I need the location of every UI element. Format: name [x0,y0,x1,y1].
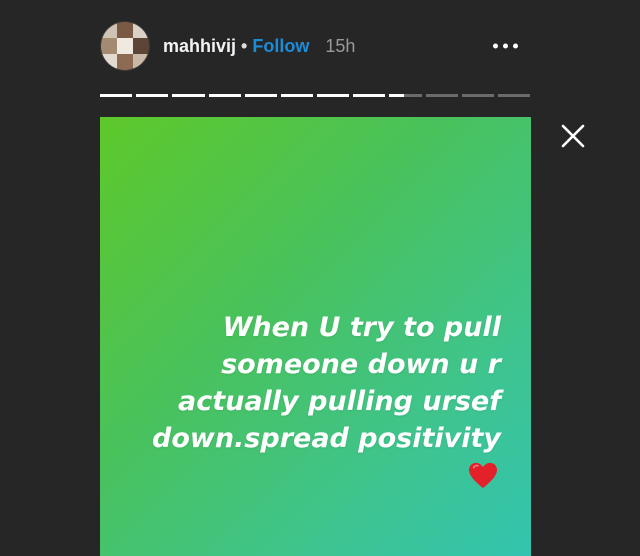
heart-emoji [469,462,497,489]
avatar[interactable] [100,21,150,71]
progress-segment [353,94,386,97]
follow-button[interactable]: Follow [252,36,309,57]
progress-segment [208,94,241,97]
progress-segment [136,94,169,97]
separator-dot: • [241,35,248,56]
progress-segment [389,94,422,97]
story-content[interactable]: When U try to pull someone down u r actu… [100,117,531,556]
progress-segment [172,94,205,97]
story-caption: When U try to pull someone down u r actu… [152,312,501,454]
progress-segment [497,94,531,97]
progress-segment [317,94,350,97]
story-progress-bar [100,94,531,97]
progress-segment [100,94,133,97]
progress-segment [280,94,314,97]
story-viewer: mahhivij • Follow 15h When U try to pull… [0,0,640,556]
close-icon[interactable] [558,121,588,151]
more-options-icon[interactable] [493,43,518,49]
progress-segment [244,94,277,97]
timestamp: 15h [325,35,356,56]
progress-segment [461,94,494,97]
progress-segment [425,94,458,97]
story-header: mahhivij • Follow 15h [100,20,530,72]
username-link[interactable]: mahhivij [163,36,236,57]
